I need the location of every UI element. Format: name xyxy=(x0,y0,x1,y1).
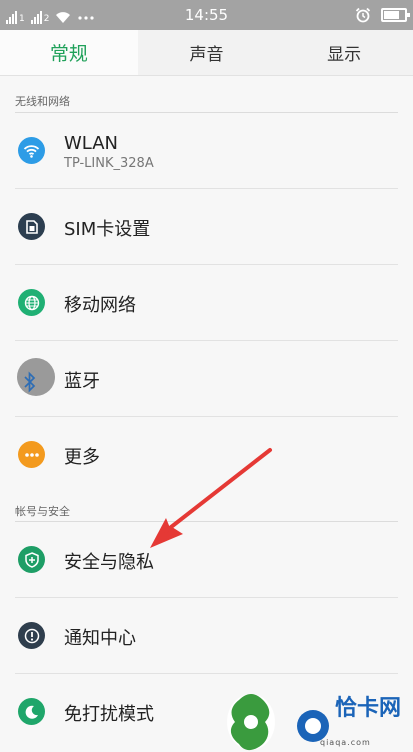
bluetooth-icon xyxy=(17,358,55,396)
row-title: SIM卡设置 xyxy=(64,219,151,240)
more-dots-icon xyxy=(18,441,45,468)
row-title: WLAN xyxy=(64,133,119,154)
settings-row-bluetooth[interactable]: 蓝牙 xyxy=(0,341,413,417)
settings-row-more[interactable]: 更多 xyxy=(0,417,413,493)
status-icons-right xyxy=(355,5,410,25)
row-title: 安全与隐私 xyxy=(64,552,154,573)
status-bar: 1 2 14:55 xyxy=(0,0,413,30)
settings-row-notification-center[interactable]: 通知中心 xyxy=(0,598,413,674)
section-label-account: 帐号与安全 xyxy=(15,505,70,518)
moon-icon xyxy=(18,698,45,725)
settings-row-mobile-network[interactable]: 移动网络 xyxy=(0,265,413,341)
section-label-wireless: 无线和网络 xyxy=(15,95,70,108)
row-title: 蓝牙 xyxy=(64,371,100,392)
wifi-icon xyxy=(18,137,45,164)
row-title: 通知中心 xyxy=(64,628,136,649)
tab-sound[interactable]: 声音 xyxy=(138,30,276,75)
status-time: 14:55 xyxy=(184,6,229,24)
settings-row-wlan[interactable]: WLAN TP-LINK_328A xyxy=(0,113,413,189)
row-title: 更多 xyxy=(64,447,100,468)
alarm-clock-icon xyxy=(355,7,371,23)
tab-display[interactable]: 显示 xyxy=(275,30,413,75)
row-subtitle: TP-LINK_328A xyxy=(64,156,154,171)
row-title: 免打扰模式 xyxy=(64,704,154,725)
row-title: 移动网络 xyxy=(64,295,136,316)
watermark-url: qiaqa.com xyxy=(320,738,371,747)
settings-tabs: 常规 声音 显示 xyxy=(0,30,413,76)
settings-row-sim[interactable]: SIM卡设置 xyxy=(0,189,413,265)
sim-card-icon xyxy=(18,213,45,240)
settings-row-security-privacy[interactable]: 安全与隐私 xyxy=(0,522,413,598)
watermark-text: 恰卡网 xyxy=(335,696,402,721)
battery-icon xyxy=(381,8,410,22)
tab-general[interactable]: 常规 xyxy=(0,30,138,75)
globe-icon xyxy=(18,289,45,316)
shield-icon xyxy=(18,546,45,573)
alert-icon xyxy=(18,622,45,649)
